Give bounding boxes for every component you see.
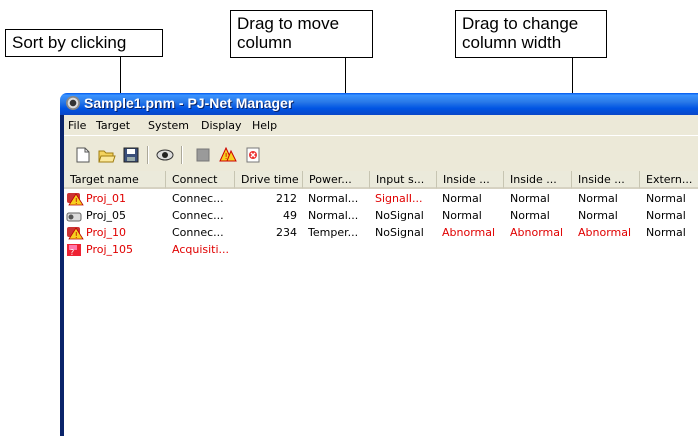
cell-inside2: Abnormal (510, 226, 564, 239)
error-report-icon[interactable] (244, 146, 262, 164)
callout-drag-to-move: Drag to move column (230, 10, 373, 58)
warning-signal-icon[interactable]: ! (219, 146, 237, 164)
menu-display[interactable]: Display (201, 119, 242, 132)
cell-extern: Normal (646, 226, 686, 239)
cell-drive-time: 234 (276, 226, 297, 239)
cell-input: SignalI... (375, 192, 423, 205)
cell-inside1: Normal (442, 209, 482, 222)
title-bar[interactable]: Sample1.pnm - PJ-Net Manager (60, 93, 698, 115)
menu-file[interactable]: File (68, 119, 86, 132)
column-header-connect[interactable]: Connect (166, 171, 235, 189)
toolbar-separator (147, 146, 149, 164)
column-header-target-name[interactable]: Target name (64, 171, 166, 189)
cell-inside2: Normal (510, 192, 550, 205)
cell-inside3: Normal (578, 192, 618, 205)
cell-inside2: Normal (510, 209, 550, 222)
callout-drag-to-change-width: Drag to change column width (455, 10, 607, 58)
menu-system[interactable]: System (148, 119, 189, 132)
save-disk-icon[interactable] (122, 146, 140, 164)
callout-sort-text: Sort by clicking (12, 33, 127, 52)
menu-target[interactable]: Target (96, 119, 130, 132)
open-folder-icon[interactable] (98, 146, 116, 164)
cell-name: Proj_10 (86, 226, 127, 239)
cell-connect: Connec... (172, 192, 224, 205)
column-header-inside-1[interactable]: Inside ... (437, 171, 504, 189)
svg-text:?: ? (70, 248, 74, 257)
cell-input: NoSignal (375, 209, 424, 222)
column-header-inside-2[interactable]: Inside ... (504, 171, 572, 189)
cell-power: Normal... (308, 209, 359, 222)
window-title: Sample1.pnm - PJ-Net Manager (84, 95, 294, 111)
callout-width-line2: column width (462, 33, 562, 52)
cell-power: Normal... (308, 192, 359, 205)
projector-ok-icon (66, 208, 84, 223)
cell-inside3: Normal (578, 209, 618, 222)
cell-name: Proj_01 (86, 192, 127, 205)
cell-power: Temper... (308, 226, 359, 239)
column-header-power[interactable]: Power... (303, 171, 370, 189)
cell-name: Proj_05 (86, 209, 127, 222)
eye-monitor-icon[interactable] (156, 146, 174, 164)
cell-extern: Normal (646, 209, 686, 222)
warning-icon: ! (66, 191, 84, 206)
cell-input: NoSignal (375, 226, 424, 239)
table-row[interactable]: Proj_05 Connec... 49 Normal... NoSignal Norma… (64, 207, 698, 224)
cell-inside1: Normal (442, 192, 482, 205)
acquisition-error-icon: ? (66, 242, 84, 257)
new-document-icon[interactable] (74, 146, 92, 164)
cell-extern: Normal (646, 192, 686, 205)
target-list-view[interactable]: Target name Connect Drive time Power... … (64, 171, 698, 436)
toolbar-separator (181, 146, 183, 164)
cell-name: Proj_105 (86, 243, 134, 256)
menu-bar: File Target System Display Help (64, 115, 698, 135)
svg-text:!: ! (225, 152, 228, 161)
column-header-drive-time[interactable]: Drive time (235, 171, 303, 189)
table-row[interactable]: ! Proj_10 Connec... 234 Temper... NoSignal Abn… (64, 224, 698, 241)
table-row[interactable]: ! Proj_01 Connec... 212 Normal... SignalI... N… (64, 190, 698, 207)
app-eye-icon (66, 96, 80, 110)
warning-icon: ! (66, 225, 84, 240)
cell-drive-time: 49 (283, 209, 297, 222)
column-header-inside-3[interactable]: Inside ... (572, 171, 640, 189)
cell-inside3: Abnormal (578, 226, 632, 239)
cell-connect: Connec... (172, 209, 224, 222)
table-row[interactable]: ? Proj_105 Acquisiti... (64, 241, 698, 258)
cell-inside1: Abnormal (442, 226, 496, 239)
callout-sort-by-clicking: Sort by clicking (5, 29, 163, 57)
toolbar: ! (64, 135, 698, 172)
menu-help[interactable]: Help (252, 119, 277, 132)
stop-icon[interactable] (194, 146, 212, 164)
svg-text:!: ! (75, 197, 78, 206)
cell-connect: Acquisiti... (172, 243, 230, 256)
column-header-input-signal[interactable]: Input s... (370, 171, 437, 189)
callout-width-line1: Drag to change (462, 14, 579, 33)
column-header-external[interactable]: Extern... (640, 171, 698, 189)
callout-move-line2: column (237, 33, 292, 52)
callout-move-line1: Drag to move (237, 14, 340, 33)
cell-drive-time: 212 (276, 192, 297, 205)
cell-connect: Connec... (172, 226, 224, 239)
svg-text:!: ! (75, 231, 78, 240)
